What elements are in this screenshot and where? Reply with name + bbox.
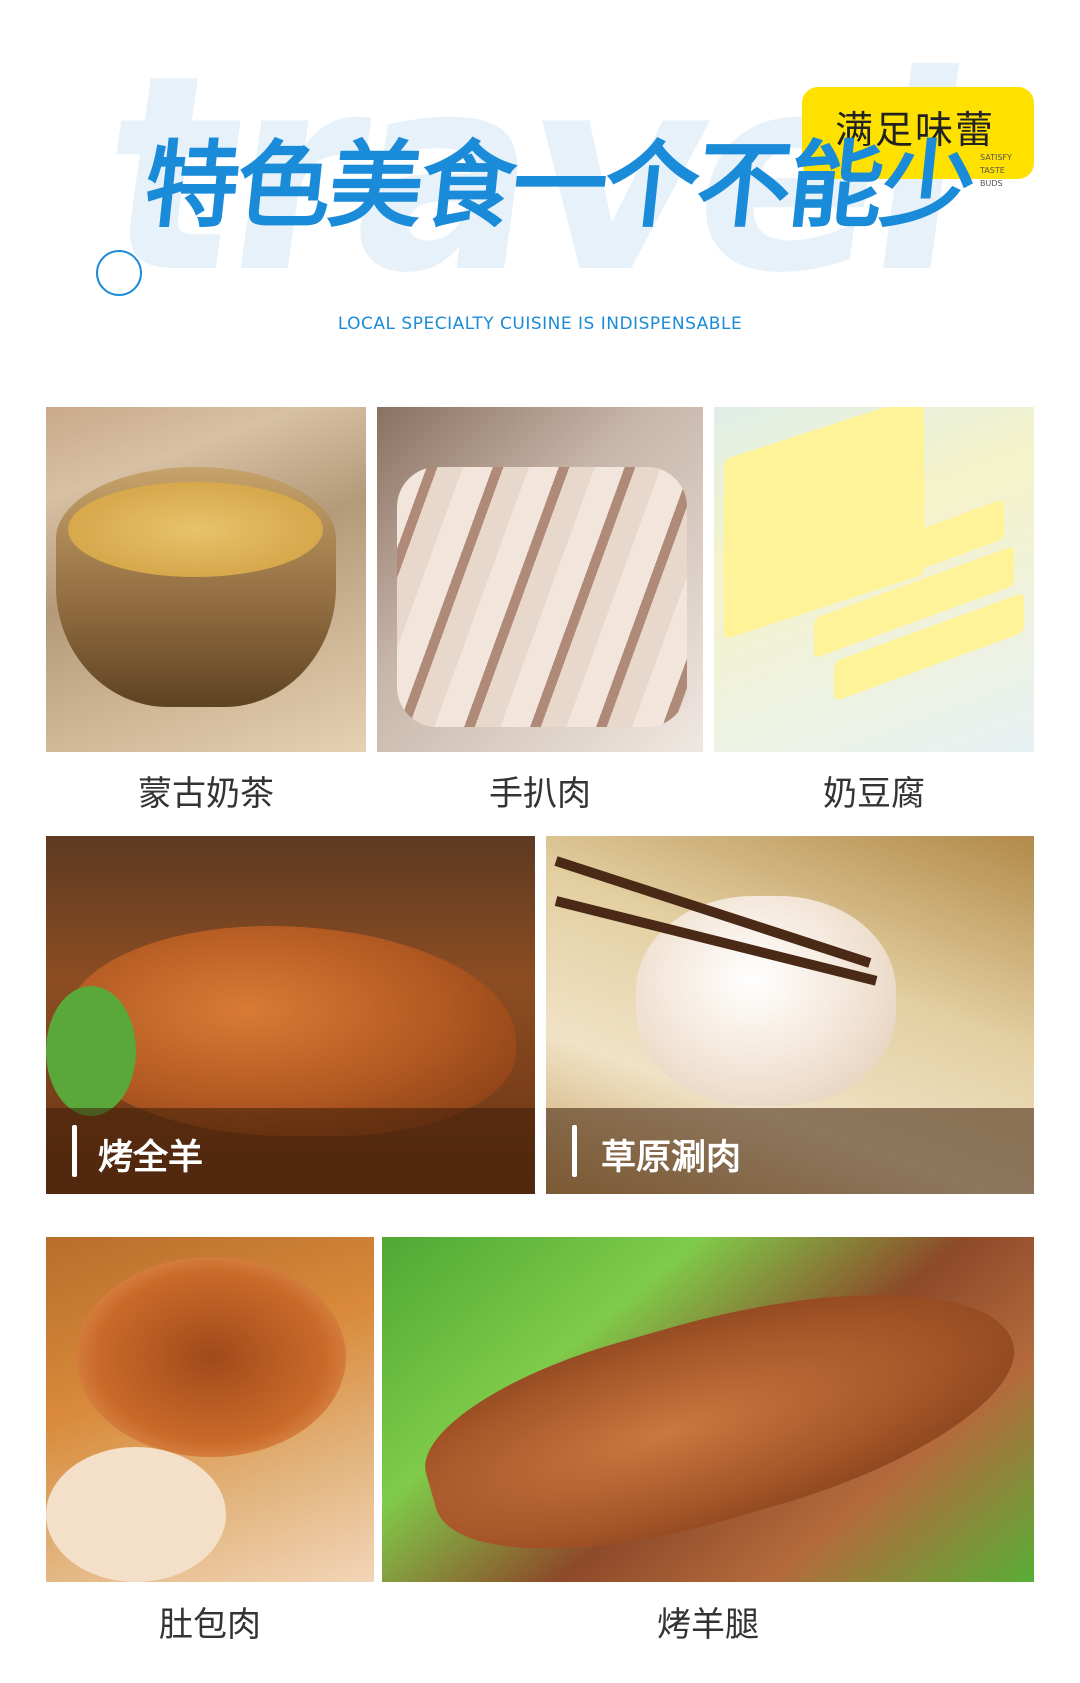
caption-overlay: 草原涮肉 — [546, 1108, 1034, 1194]
caption-overlay: 烤全羊 — [46, 1108, 535, 1194]
caption-belly-wrapped-meat: 肚包肉 — [159, 1605, 261, 1645]
meat-filling — [76, 1257, 346, 1457]
photo-roast-lamb-leg — [382, 1237, 1034, 1582]
photo-grassland-hotpot: 草原涮肉 — [546, 836, 1034, 1194]
badge-subtitle: SATISFY TASTE BUDS — [980, 151, 1012, 190]
caption-milk-tea: 蒙古奶茶 — [138, 774, 274, 814]
photo-mongolian-milk-tea — [46, 407, 366, 752]
milk-tea-surface — [68, 482, 323, 577]
photo-belly-wrapped-meat — [46, 1237, 374, 1582]
lamb-leg — [406, 1238, 1034, 1582]
caption-grassland-hotpot: 草原涮肉 — [601, 1138, 742, 1178]
badge-sub-line: TASTE — [980, 166, 1005, 175]
caption-roast-whole-lamb: 烤全羊 — [98, 1138, 204, 1178]
mutton-ribs — [397, 467, 687, 727]
caption-hand-pulled-mutton: 手扒肉 — [489, 774, 591, 814]
badge-sub-line: BUDS — [980, 179, 1003, 188]
caption-roast-lamb-leg: 烤羊腿 — [657, 1605, 759, 1645]
caption-bar — [572, 1125, 577, 1177]
photo-hand-pulled-mutton — [377, 407, 703, 752]
belly-wrap — [46, 1447, 226, 1582]
photo-roast-whole-lamb: 烤全羊 — [46, 836, 535, 1194]
caption-bar — [72, 1125, 77, 1177]
page-subtitle: LOCAL SPECIALTY CUISINE IS INDISPENSABLE — [337, 314, 743, 334]
caption-milk-tofu: 奶豆腐 — [823, 774, 925, 814]
lettuce-leaf — [46, 986, 136, 1116]
photo-milk-tofu — [714, 407, 1034, 752]
badge-sub-line: SATISFY — [980, 153, 1012, 162]
circle-decoration — [96, 250, 142, 296]
page-title: 特色美食一个不能少 — [139, 132, 979, 241]
